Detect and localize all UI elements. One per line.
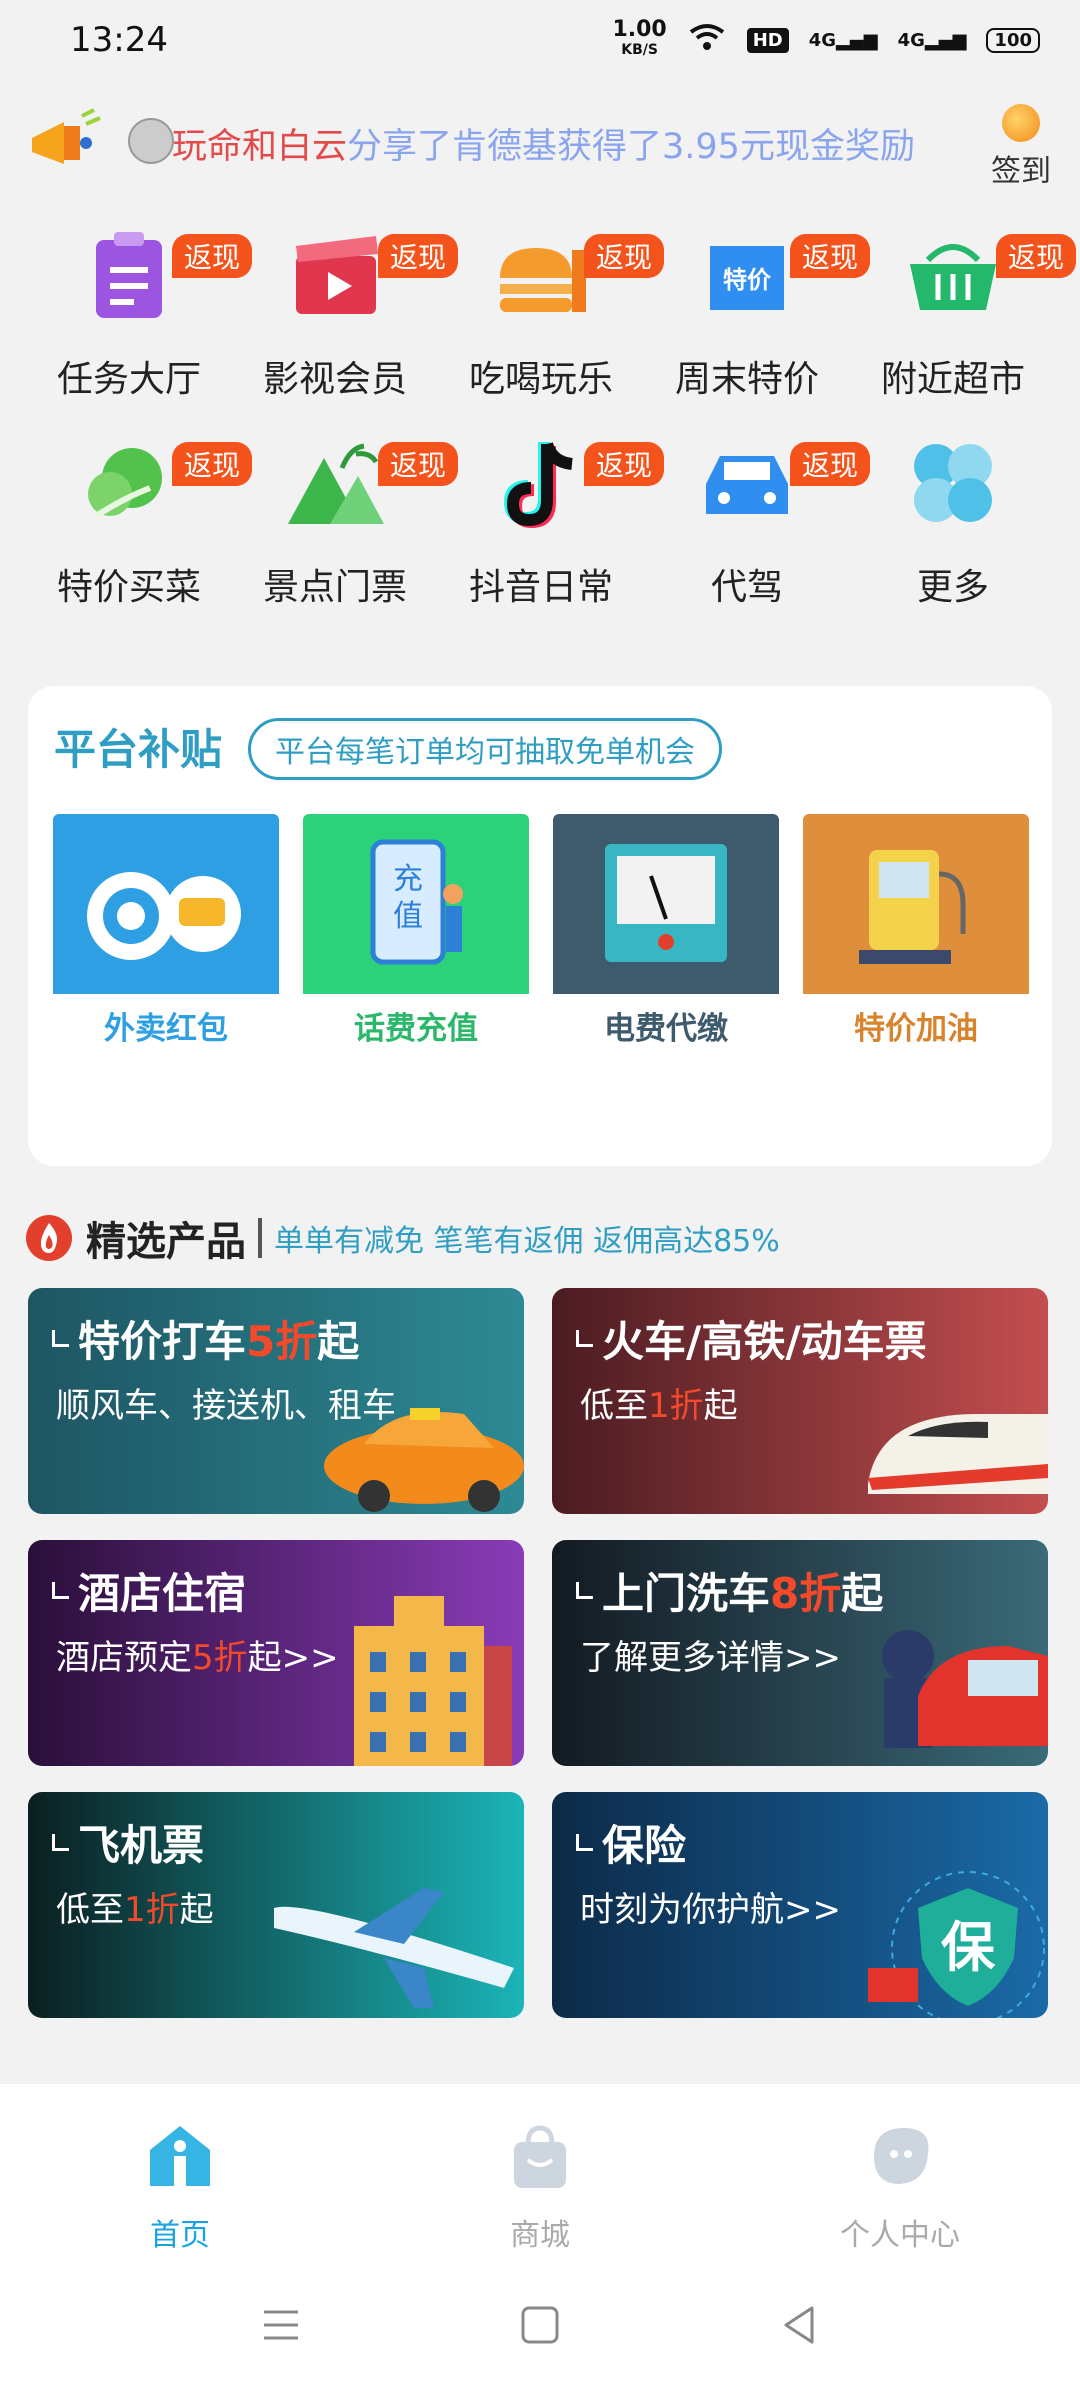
category-label: 更多 [916,567,989,608]
category-item[interactable]: 返现 代驾 [644,428,871,610]
category-item[interactable]: 返现 抖音日常 [438,428,665,610]
cashback-badge: 返现 [996,234,1077,278]
profile-icon [874,2128,929,2184]
reward-marquee[interactable]: 玩命和白云分享了肯德基获得了3.95元现金奖励 签到 [0,100,1080,190]
shopping-bag-icon [514,2125,566,2188]
category-item[interactable]: 返现 任务大厅 [26,220,253,402]
wifi-icon [687,22,727,58]
airplane-icon [274,1888,514,2008]
takeout-icon [87,872,241,960]
svg-text:特价: 特价 [723,266,772,294]
card-taxi[interactable]: 特价打车5折起 顺风车、接送机、租车 [28,1288,524,1514]
category-label: 周末特价 [674,359,819,400]
subsidy-tile-phone-recharge[interactable]: 充 值 话费充值 92折优惠 [303,814,529,1126]
fire-icon [26,1215,72,1261]
car-icon [692,428,802,538]
hd-badge: HD [746,27,789,53]
category-item[interactable]: 返现 特价买菜 [26,428,253,610]
subsidy-tile-electricity[interactable]: 电费代缴 96折优惠 [553,814,779,1126]
clover-icon [898,428,1008,538]
category-item[interactable]: 更多 [850,428,1056,610]
category-item[interactable]: 特价 返现 周末特价 [644,220,871,402]
menu-icon[interactable] [256,2300,306,2350]
category-label: 影视会员 [262,359,407,400]
meter-icon [605,844,727,962]
bottom-nav: 首页 商城 个人中心 [0,2084,1080,2254]
back-icon[interactable] [774,2300,824,2350]
svg-text:充: 充 [393,862,423,897]
category-label: 特价买菜 [56,567,201,608]
hotel-icon [354,1596,512,1766]
battery-icon: 100 [986,27,1040,53]
category-label: 景点门票 [262,567,407,608]
card-insurance[interactable]: 保险 时刻为你护航>> 保 [552,1792,1048,2018]
subsidy-pill: 平台每笔订单均可抽取免单机会 [248,718,722,780]
category-label: 附近超市 [880,359,1025,400]
mountain-icon [280,428,390,538]
avatar [128,118,174,164]
card-hotel[interactable]: 酒店住宿 酒店预定5折起>> [28,1540,524,1766]
film-icon [280,220,390,330]
category-item[interactable]: 返现 影视会员 [232,220,459,402]
svg-text:保: 保 [941,1916,996,1979]
phone-recharge-icon: 充 值 [370,839,463,965]
vegetable-icon [74,428,184,538]
special-price-icon: 特价 [692,220,802,330]
marquee-text: 玩命和白云分享了肯德基获得了3.95元现金奖励 [172,127,915,167]
car-wash-icon [882,1630,1048,1748]
category-item[interactable]: 返现 吃喝玩乐 [438,220,665,402]
category-label: 抖音日常 [468,567,613,608]
train-icon [868,1414,1048,1494]
fuel-pump-icon [859,850,966,964]
nav-mall[interactable]: 商城 [440,2120,640,2254]
category-label: 任务大厅 [56,359,201,400]
category-label: 吃喝玩乐 [468,359,613,400]
signin-button[interactable]: 签到 [986,104,1056,190]
category-item[interactable]: 返现 景点门票 [232,428,459,610]
nav-home[interactable]: 首页 [80,2120,280,2254]
task-icon [74,220,184,330]
status-bar: 13:24 1.00 KB/S HD 4G▂▄▆ 4G▂▄▆ 100 [0,0,1080,80]
selected-title: 精选产品 [86,1219,246,1265]
card-train[interactable]: 火车/高铁/动车票 低至1折起 [552,1288,1048,1514]
net-speed: 1.00 KB/S [612,17,667,59]
card-flight[interactable]: 飞机票 低至1折起 [28,1792,524,2018]
subsidy-tile-takeout[interactable]: 外卖红包 最高66元 [53,814,279,1126]
shield-icon: 保 [868,1871,1045,2018]
tiktok-icon [486,428,596,538]
subsidy-title: 平台补贴 [54,725,223,774]
home-icon [150,2126,210,2186]
taxi-icon [324,1408,524,1512]
selected-products-header: 精选产品 单单有减免 笔笔有返佣 返佣高达85% [26,1210,780,1266]
platform-subsidy-card: 平台补贴 平台每笔订单均可抽取免单机会 外卖红包 最高66元 充 值 话费充值 [28,686,1052,1166]
signal-icon-2: 4G▂▄▆ [897,29,967,51]
nav-profile[interactable]: 个人中心 [800,2120,1000,2254]
subsidy-tile-fuel[interactable]: 特价加油 5折起订 [803,814,1029,1126]
home-square-icon[interactable] [515,2300,565,2350]
system-nav-bar [0,2254,1080,2400]
selected-subtitle: 单单有减免 笔笔有返佣 返佣高达85% [274,1224,780,1259]
status-icons: 1.00 KB/S HD 4G▂▄▆ 4G▂▄▆ 100 [612,17,1040,60]
category-item[interactable]: 返现附近超市 [850,220,1077,402]
category-label: 代驾 [710,567,783,608]
crown-coin-icon [1002,104,1040,142]
burger-icon [486,220,596,330]
status-time: 13:24 [70,20,168,60]
basket-icon [898,220,1008,330]
card-car-wash[interactable]: 上门洗车8折起 了解更多详情>> [552,1540,1048,1766]
megaphone-icon [32,108,101,164]
divider [258,1218,262,1258]
signal-icon: 4G▂▄▆ [808,29,878,51]
svg-text:值: 值 [393,899,423,934]
